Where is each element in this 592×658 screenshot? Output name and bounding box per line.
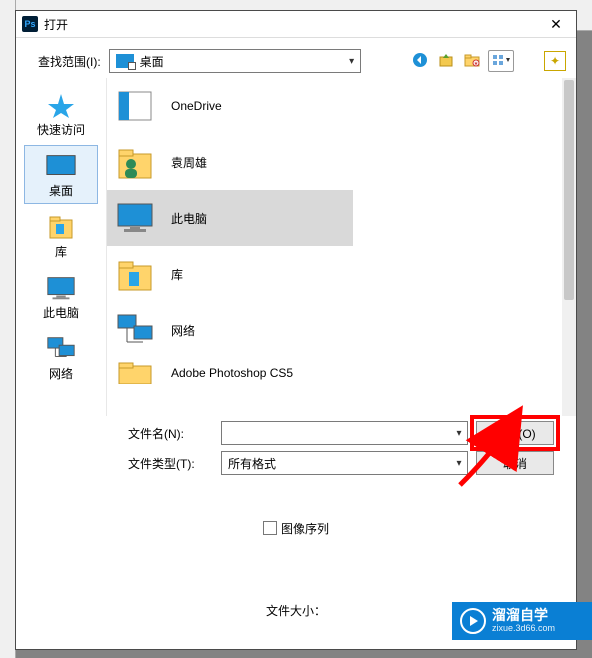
filename-input[interactable]: ▾ (221, 421, 468, 445)
file-label: 网络 (171, 322, 195, 339)
window-title: 打开 (44, 16, 536, 33)
image-sequence-label: 图像序列 (281, 520, 329, 537)
this-pc-icon (113, 198, 157, 238)
view-menu-icon (491, 53, 511, 70)
close-icon: ✕ (550, 16, 562, 33)
star-icon: ✦ (550, 54, 560, 68)
place-libraries[interactable]: 库 (24, 206, 98, 265)
file-item-network[interactable]: 网络 (107, 302, 562, 358)
up-folder-icon (437, 51, 455, 72)
up-one-level-button[interactable] (436, 51, 456, 71)
toolbar: 查找范围(I): 桌面 ▾ ★ (16, 38, 576, 78)
scrollbar[interactable] (562, 78, 576, 416)
cancel-button[interactable]: 取消 (476, 451, 554, 475)
photoshop-app-icon: Ps (22, 16, 38, 32)
onedrive-icon (113, 86, 157, 126)
image-sequence-row: 图像序列 (16, 508, 576, 548)
place-quick-access[interactable]: 快速访问 (24, 84, 98, 143)
desktop-icon (116, 54, 134, 68)
image-sequence-checkbox[interactable] (263, 521, 277, 535)
file-label: 袁周雄 (171, 154, 207, 171)
new-folder-button[interactable]: ★ (462, 51, 482, 71)
file-label: 此电脑 (171, 210, 207, 227)
filetype-value: 所有格式 (222, 455, 451, 472)
file-label: OneDrive (171, 99, 222, 113)
file-item-this-pc[interactable]: 此电脑 (107, 190, 353, 246)
view-menu-button[interactable] (488, 50, 514, 72)
close-button[interactable]: ✕ (536, 11, 576, 37)
filetype-label: 文件类型(T): (128, 455, 213, 472)
network-icon (113, 310, 157, 350)
chevron-down-icon: ▾ (344, 56, 360, 67)
filename-label: 文件名(N): (128, 425, 213, 442)
watermark-brand: 溜溜自学 (492, 608, 555, 623)
place-label: 网络 (49, 365, 73, 382)
scrollbar-thumb[interactable] (564, 80, 574, 300)
titlebar: Ps 打开 ✕ (16, 11, 576, 38)
back-button[interactable] (410, 51, 430, 71)
place-desktop[interactable]: 桌面 (24, 145, 98, 204)
place-label: 库 (55, 243, 67, 260)
file-item-user-folder[interactable]: 袁周雄 (107, 134, 562, 190)
file-item-onedrive[interactable]: OneDrive (107, 78, 562, 134)
look-in-label: 查找范围(I): (38, 53, 101, 70)
filetype-combo[interactable]: 所有格式 ▾ (221, 451, 468, 475)
network-icon (45, 335, 77, 363)
play-icon (460, 608, 486, 634)
new-folder-icon: ★ (463, 51, 481, 72)
libraries-icon (113, 254, 157, 294)
watermark: 溜溜自学 zixue.3d66.com (452, 602, 592, 640)
watermark-url: zixue.3d66.com (492, 624, 555, 634)
globe-back-icon (411, 51, 429, 72)
open-dialog: Ps 打开 ✕ 查找范围(I): 桌面 ▾ (15, 10, 577, 650)
svg-text:★: ★ (474, 61, 479, 67)
place-label: 桌面 (49, 182, 73, 199)
place-label: 快速访问 (37, 121, 85, 138)
place-label: 此电脑 (43, 304, 79, 321)
file-label: 库 (171, 266, 183, 283)
places-bar: 快速访问 桌面 库 (16, 78, 106, 416)
chevron-down-icon: ▾ (451, 458, 467, 469)
user-folder-icon (113, 142, 157, 182)
place-network[interactable]: 网络 (24, 328, 98, 387)
file-item-adobe-ps[interactable]: Adobe Photoshop CS5 (107, 358, 562, 388)
look-in-combo[interactable]: 桌面 ▾ (109, 49, 361, 73)
quick-access-icon (45, 91, 77, 119)
folder-icon (113, 361, 157, 385)
file-label: Adobe Photoshop CS5 (171, 366, 293, 380)
desktop-icon (45, 152, 77, 180)
open-button-label: 打开(O) (494, 425, 535, 442)
place-this-pc[interactable]: 此电脑 (24, 267, 98, 326)
libraries-icon (45, 213, 77, 241)
cancel-button-label: 取消 (503, 455, 527, 472)
file-item-libraries[interactable]: 库 (107, 246, 562, 302)
favorites-button[interactable]: ✦ (544, 51, 566, 71)
chevron-down-icon: ▾ (451, 428, 467, 439)
this-pc-icon (45, 274, 77, 302)
look-in-value: 桌面 (140, 53, 344, 70)
file-list[interactable]: OneDrive 袁周雄 此电脑 (106, 78, 576, 416)
open-button[interactable]: 打开(O) (476, 421, 554, 445)
